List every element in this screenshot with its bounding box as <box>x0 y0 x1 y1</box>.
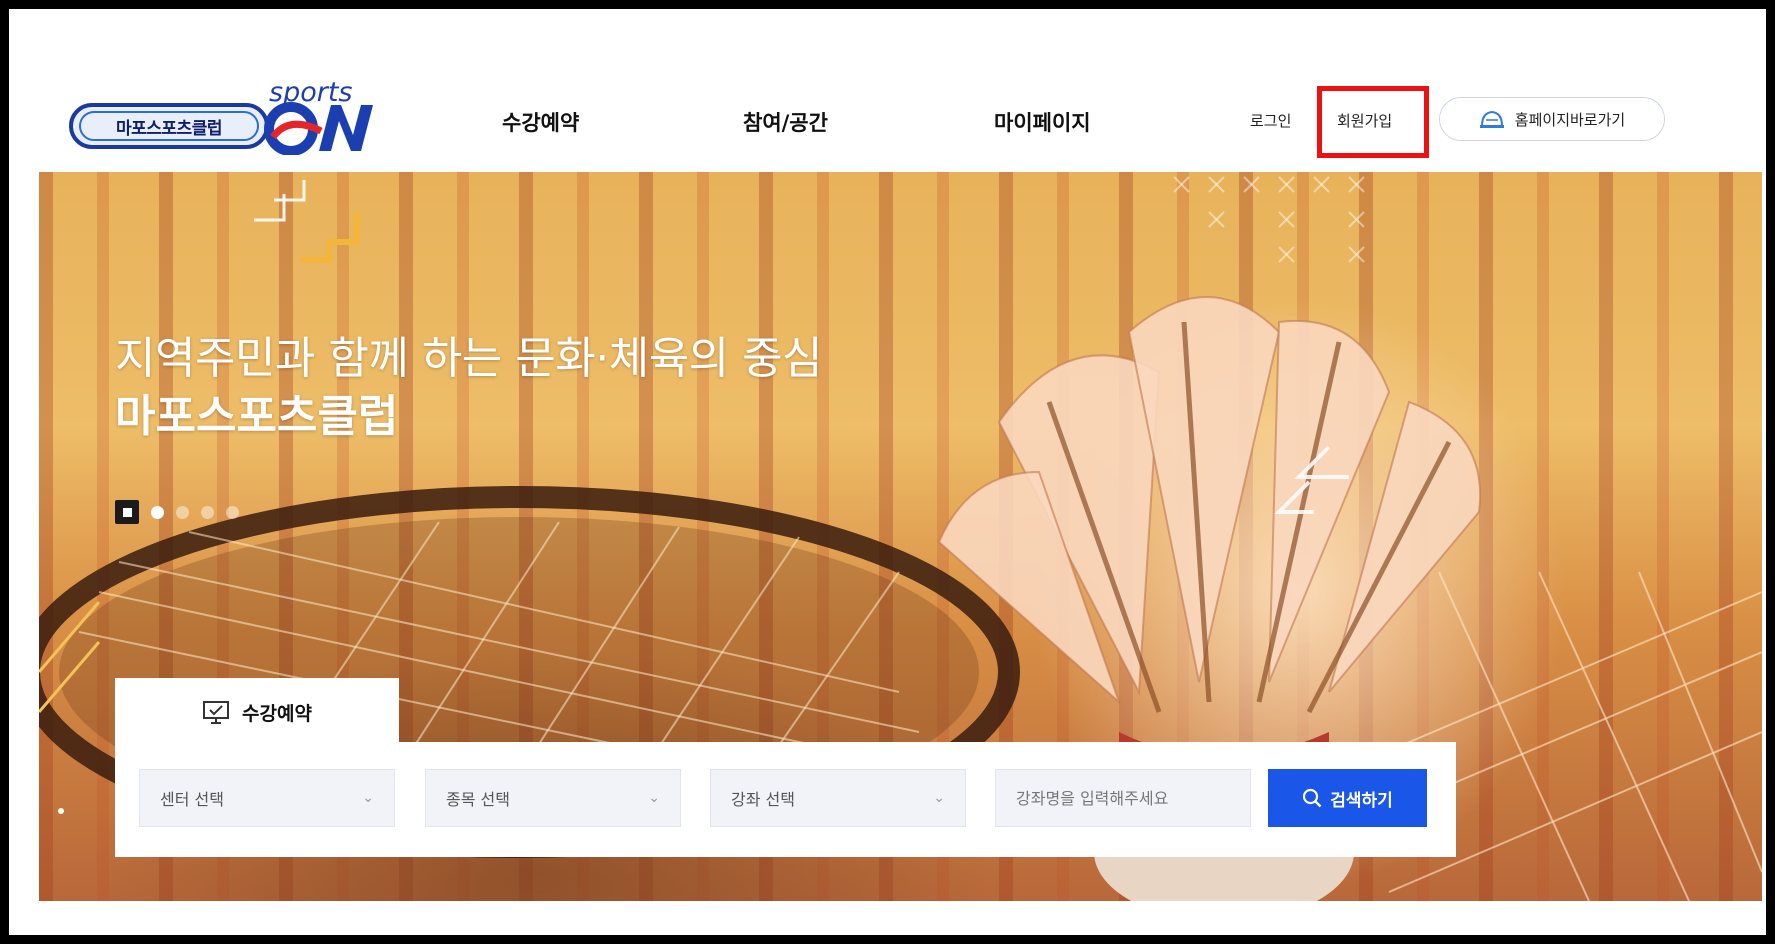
homepage-shortcut-button[interactable]: 홈페이지바로가기 <box>1439 97 1665 141</box>
logo-badge: 마포스포츠클럽 <box>69 103 269 149</box>
search-button[interactable]: 검색하기 <box>1268 769 1427 827</box>
page-frame: 마포스포츠클럽 sports ON 수강예약 참여/공간 마이페이지 로그인 회… <box>0 0 1775 944</box>
course-select[interactable]: 강좌 선택 ⌄ <box>710 769 966 827</box>
site-logo[interactable]: 마포스포츠클럽 sports ON <box>69 77 379 161</box>
search-icon <box>1303 788 1322 808</box>
decorative-dot <box>58 808 64 814</box>
course-select-label: 강좌 선택 <box>731 790 795 809</box>
nav-item-participation-space[interactable]: 참여/공간 <box>743 107 828 137</box>
slider-dot-4[interactable] <box>226 505 239 519</box>
slider-pager <box>115 500 239 524</box>
center-select-label: 센터 선택 <box>160 790 224 809</box>
chevron-down-icon: ⌄ <box>362 790 374 806</box>
sport-select-label: 종목 선택 <box>446 790 510 809</box>
logo-badge-text: 마포스포츠클럽 <box>79 111 259 141</box>
search-tab-label: 수강예약 <box>242 703 312 725</box>
logo-on-mark: ON <box>264 102 373 155</box>
hero-banner: 지역주민과 함께 하는 문화·체육의 중심 마포스포츠클럽 수강예약 센터 선택… <box>39 172 1762 901</box>
hero-headline: 지역주민과 함께 하는 문화·체육의 중심 <box>115 333 823 384</box>
search-tab-course-booking[interactable]: 수강예약 <box>115 678 399 747</box>
search-button-label: 검색하기 <box>1330 790 1393 811</box>
monitor-check-icon <box>203 700 230 724</box>
homepage-shortcut-label: 홈페이지바로가기 <box>1514 110 1626 129</box>
nav-item-course-booking[interactable]: 수강예약 <box>502 107 579 137</box>
slider-dot-3[interactable] <box>201 505 214 519</box>
logo-on-text: ON <box>299 152 301 154</box>
search-bar: 센터 선택 ⌄ 종목 선택 ⌄ 강좌 선택 ⌄ 검색하기 <box>115 742 1456 857</box>
building-icon <box>1479 110 1504 128</box>
stop-icon <box>122 507 132 517</box>
slider-dot-2[interactable] <box>176 505 189 519</box>
slider-stop-button[interactable] <box>115 500 139 524</box>
signup-link[interactable]: 회원가입 <box>1337 110 1392 131</box>
chevron-down-icon: ⌄ <box>648 790 660 806</box>
sport-select[interactable]: 종목 선택 ⌄ <box>425 769 681 827</box>
login-link[interactable]: 로그인 <box>1250 110 1291 131</box>
course-name-input[interactable] <box>995 769 1251 827</box>
hero-title: 마포스포츠클럽 <box>115 391 399 442</box>
slider-dot-1[interactable] <box>151 505 164 519</box>
chevron-down-icon: ⌄ <box>933 790 945 806</box>
center-select[interactable]: 센터 선택 ⌄ <box>139 769 395 827</box>
nav-item-mypage[interactable]: 마이페이지 <box>994 107 1091 137</box>
